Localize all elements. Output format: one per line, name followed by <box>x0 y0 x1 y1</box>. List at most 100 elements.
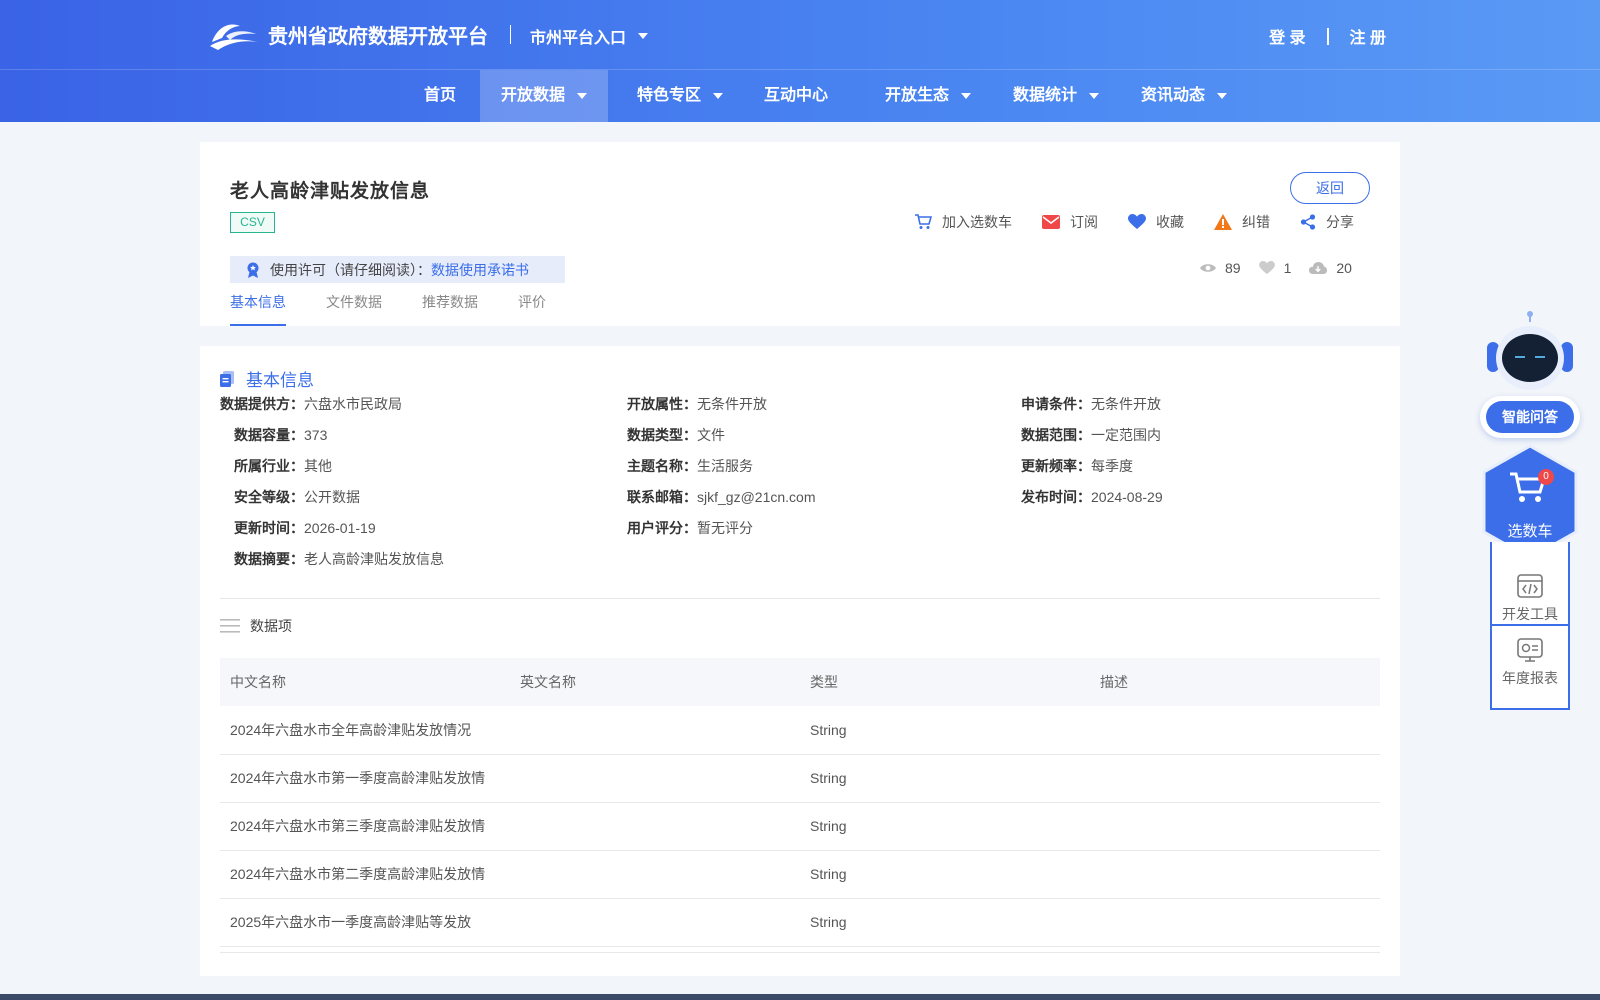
tab-rating[interactable]: 评价 <box>518 292 546 326</box>
warning-icon <box>1214 214 1232 230</box>
footer-bar <box>0 994 1600 1000</box>
annual-report-label: 年度报表 <box>1502 670 1558 686</box>
tab-file-data[interactable]: 文件数据 <box>326 292 382 326</box>
table-cell <box>1090 706 1380 755</box>
info-field: 安全等级：公开数据 <box>234 489 360 505</box>
back-button[interactable]: 返回 <box>1290 172 1370 204</box>
ai-qa-label: 智能问答 <box>1486 401 1574 433</box>
chevron-down-icon <box>713 93 723 99</box>
info-field: 所属行业：其他 <box>234 458 332 474</box>
chevron-down-icon <box>577 93 587 99</box>
favorite-button[interactable]: 收藏 <box>1128 212 1184 232</box>
mail-icon <box>1042 215 1060 229</box>
logo-wave-icon <box>210 24 258 50</box>
report-icon <box>1517 638 1543 662</box>
cart-count-badge: 0 <box>1538 469 1554 485</box>
dev-tools-label: 开发工具 <box>1502 606 1558 622</box>
license-link[interactable]: 数据使用承诺书 <box>431 260 529 280</box>
table-cell: 2024年六盘水市第二季度高龄津贴发放情 <box>220 850 510 899</box>
license-label: 使用许可（请仔细阅读）： <box>270 261 431 278</box>
city-entry-dropdown[interactable]: 市州平台入口 <box>530 24 649 48</box>
subscribe-label: 订阅 <box>1070 214 1098 230</box>
info-field: 数据提供方：六盘水市民政局 <box>220 396 402 412</box>
table-cell: 2025年六盘水市一季度高龄津贴等发放 <box>220 898 510 947</box>
column-header: 类型 <box>800 658 1090 706</box>
nav-item-statistics[interactable]: 数据统计 <box>992 70 1120 122</box>
table-cell <box>1090 850 1380 899</box>
add-to-cart-label: 加入选数车 <box>942 214 1012 230</box>
ai-qa-button[interactable]: 智能问答 <box>1480 396 1580 438</box>
table-cell: String <box>800 754 1090 803</box>
dev-tools-button[interactable]: 开发工具 <box>1492 542 1568 622</box>
sidebar-tools: 开发工具 年度报表 <box>1490 542 1570 710</box>
info-field: 数据类型：文件 <box>627 427 725 443</box>
table-row: 2024年六盘水市全年高龄津贴发放情况 String <box>220 706 1380 755</box>
table-cell <box>510 898 800 947</box>
nav-item-ecosystem[interactable]: 开放生态 <box>864 70 992 122</box>
table-bottom-line <box>220 952 1380 953</box>
cart-icon <box>915 214 932 229</box>
register-link[interactable]: 注 册 <box>1350 24 1386 48</box>
nav-label: 开放数据 <box>500 87 565 104</box>
detail-tabs: 基本信息 文件数据 推荐数据 评价 <box>230 292 586 326</box>
site-logo[interactable]: 贵州省政府数据开放平台 <box>208 16 488 52</box>
column-header: 英文名称 <box>510 658 800 706</box>
data-items-heading: 数据项 <box>220 616 292 636</box>
site-header: 贵州省政府数据开放平台 市州平台入口 登 录 注 册 首页 开放数据 特色专区 … <box>0 0 1600 122</box>
like-heart-icon <box>1258 261 1275 275</box>
list-icon <box>220 619 240 633</box>
auth-divider <box>1326 27 1329 45</box>
chevron-down-icon <box>961 93 971 99</box>
auth-links: 登 录 注 册 <box>1269 24 1386 48</box>
table-cell <box>1090 898 1380 947</box>
subscribe-button[interactable]: 订阅 <box>1042 212 1098 232</box>
views-stat: 89 <box>1200 260 1241 276</box>
info-field: 更新时间：2026-01-19 <box>234 520 376 536</box>
share-button[interactable]: 分享 <box>1300 212 1354 232</box>
data-cart-label: 选数车 <box>1507 523 1553 540</box>
add-to-cart-button[interactable]: 加入选数车 <box>914 212 1012 232</box>
favorite-label: 收藏 <box>1156 214 1184 230</box>
dataset-title: 老人高龄津贴发放信息 <box>230 181 431 202</box>
code-icon <box>1517 574 1543 598</box>
table-cell <box>510 850 800 899</box>
table-cell: 2024年六盘水市第三季度高龄津贴发放情 <box>220 802 510 851</box>
nav-label: 特色专区 <box>636 87 701 104</box>
login-link[interactable]: 登 录 <box>1269 24 1305 48</box>
report-error-button[interactable]: 纠错 <box>1214 212 1270 232</box>
nav-item-interaction[interactable]: 互动中心 <box>746 70 846 122</box>
tab-recommended-data[interactable]: 推荐数据 <box>422 292 478 326</box>
annual-report-button[interactable]: 年度报表 <box>1492 624 1568 704</box>
info-field: 主题名称：生活服务 <box>627 458 753 474</box>
nav-item-open-data[interactable]: 开放数据 <box>480 70 608 122</box>
award-icon <box>247 262 259 278</box>
header-divider <box>510 25 511 44</box>
tab-basic-info[interactable]: 基本信息 <box>230 292 286 326</box>
table-cell <box>510 802 800 851</box>
table-cell: 2024年六盘水市第一季度高龄津贴发放情 <box>220 754 510 803</box>
table-cell <box>510 706 800 755</box>
robot-assistant-icon[interactable] <box>1485 310 1575 400</box>
table-cell: String <box>800 898 1090 947</box>
likes-stat: 1 <box>1258 260 1291 276</box>
share-icon <box>1300 214 1316 230</box>
table-cell <box>1090 802 1380 851</box>
data-items-table: 中文名称 英文名称 类型 描述 2024年六盘水市全年高龄津贴发放情况 Strin… <box>220 658 1380 947</box>
document-icon <box>220 370 234 387</box>
table-cell: String <box>800 706 1090 755</box>
nav-label: 资讯动态 <box>1140 87 1205 104</box>
nav-label: 开放生态 <box>884 87 949 104</box>
dataset-actions: 加入选数车 订阅 收藏 纠错 分享 <box>914 212 1384 232</box>
dataset-stats: 89 1 20 <box>1200 260 1370 276</box>
data-items-title: 数据项 <box>250 618 292 634</box>
downloads-count: 20 <box>1336 260 1352 276</box>
info-field: 申请条件：无条件开放 <box>1021 396 1161 412</box>
nav-item-special-zone[interactable]: 特色专区 <box>616 70 744 122</box>
basic-info-card: 基本信息 数据提供方：六盘水市民政局 开放属性：无条件开放 申请条件：无条件开放… <box>200 346 1400 976</box>
views-count: 89 <box>1225 260 1241 276</box>
info-field: 用户评分：暂无评分 <box>627 520 753 536</box>
share-label: 分享 <box>1326 214 1354 230</box>
nav-item-home[interactable]: 首页 <box>390 70 490 122</box>
nav-item-news[interactable]: 资讯动态 <box>1120 70 1248 122</box>
heart-icon <box>1128 214 1146 229</box>
